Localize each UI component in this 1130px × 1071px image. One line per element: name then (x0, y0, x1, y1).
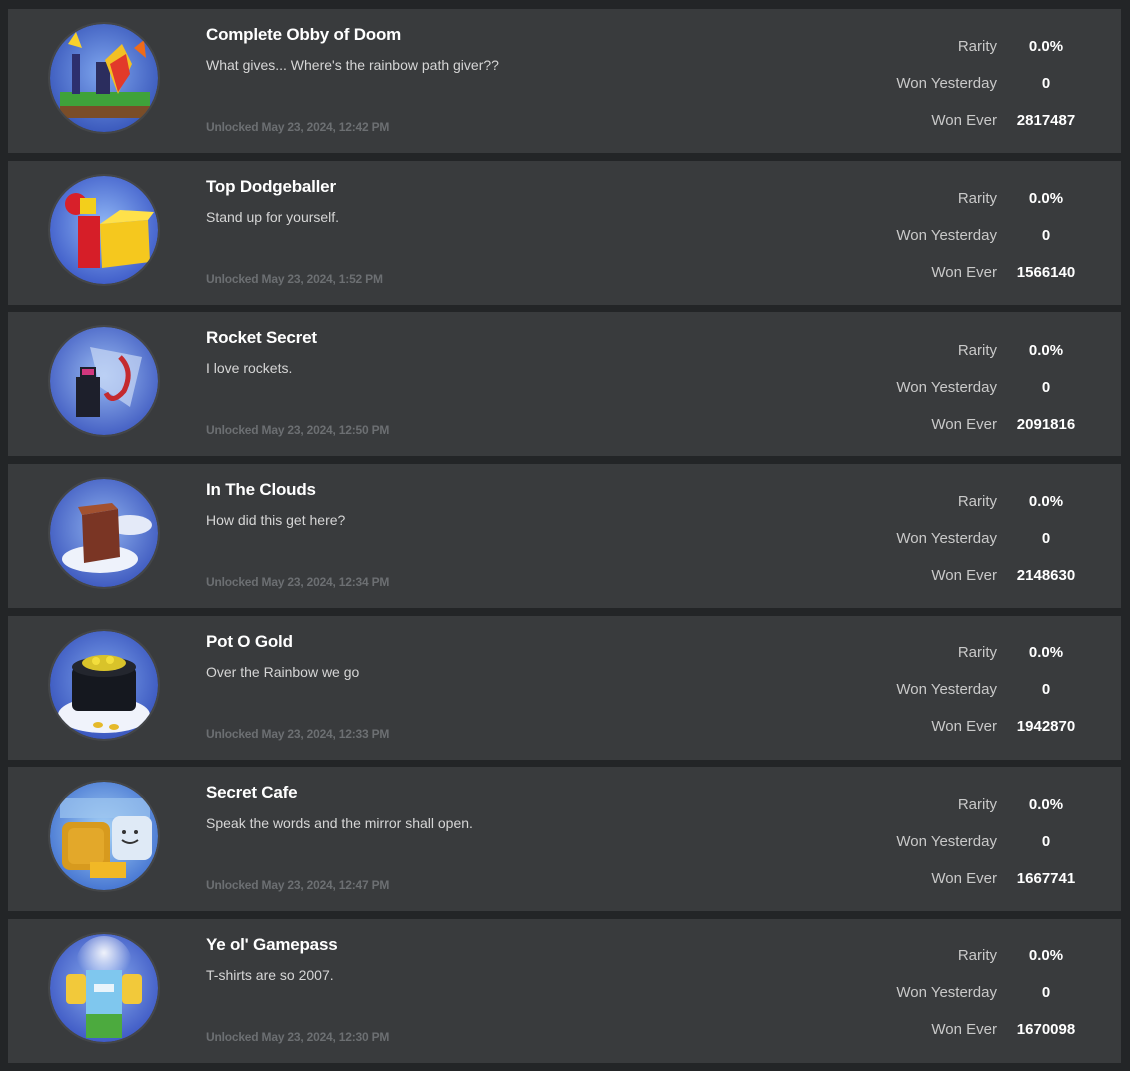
won-yesterday-label: Won Yesterday (896, 832, 997, 850)
rarity-label: Rarity (957, 492, 997, 510)
rarity-stat: Rarity 0.0% (857, 340, 1085, 360)
rarity-value: 0.0% (1028, 341, 1064, 359)
won-yesterday-stat: Won Yesterday 0 (857, 528, 1085, 548)
rarity-stat: Rarity 0.0% (857, 491, 1085, 511)
won-ever-value: 1667741 (1016, 869, 1076, 887)
won-ever-stat: Won Ever 1670098 (857, 1019, 1085, 1039)
won-ever-label: Won Ever (931, 869, 997, 887)
won-ever-stat: Won Ever 2817487 (857, 110, 1085, 130)
won-ever-stat: Won Ever 2091816 (857, 414, 1085, 434)
badge-description: Speak the words and the mirror shall ope… (206, 815, 473, 831)
won-yesterday-value: 0 (1041, 226, 1051, 244)
won-ever-label: Won Ever (931, 415, 997, 433)
badge-unlocked-date: Unlocked May 23, 2024, 12:42 PM (206, 120, 390, 134)
badge-unlocked-date: Unlocked May 23, 2024, 1:52 PM (206, 272, 383, 286)
pot-of-gold-icon[interactable] (50, 631, 158, 739)
gamepass-icon[interactable] (50, 934, 158, 1042)
badge-card[interactable]: Rocket Secret I love rockets. Unlocked M… (8, 312, 1121, 456)
won-yesterday-label: Won Yesterday (896, 529, 997, 547)
badge-name[interactable]: Rocket Secret (206, 328, 317, 348)
rarity-label: Rarity (957, 341, 997, 359)
rarity-label: Rarity (957, 795, 997, 813)
won-ever-value: 1670098 (1016, 1020, 1076, 1038)
badge-name[interactable]: Pot O Gold (206, 632, 293, 652)
badge-unlocked-date: Unlocked May 23, 2024, 12:34 PM (206, 575, 390, 589)
badge-name[interactable]: Secret Cafe (206, 783, 298, 803)
rarity-value: 0.0% (1028, 643, 1064, 661)
badge-card[interactable]: Pot O Gold Over the Rainbow we go Unlock… (8, 616, 1121, 760)
won-ever-label: Won Ever (931, 717, 997, 735)
badge-unlocked-date: Unlocked May 23, 2024, 12:50 PM (206, 423, 390, 437)
badge-name[interactable]: Complete Obby of Doom (206, 25, 401, 45)
won-yesterday-label: Won Yesterday (896, 680, 997, 698)
won-yesterday-stat: Won Yesterday 0 (857, 982, 1085, 1002)
won-ever-value: 2148630 (1016, 566, 1076, 584)
rarity-label: Rarity (957, 189, 997, 207)
won-yesterday-stat: Won Yesterday 0 (857, 831, 1085, 851)
won-ever-label: Won Ever (931, 1020, 997, 1038)
badge-card[interactable]: Complete Obby of Doom What gives... Wher… (8, 9, 1121, 153)
badge-description: I love rockets. (206, 360, 293, 376)
won-yesterday-value: 0 (1041, 529, 1051, 547)
won-ever-label: Won Ever (931, 111, 997, 129)
rarity-value: 0.0% (1028, 795, 1064, 813)
badge-card[interactable]: In The Clouds How did this get here? Unl… (8, 464, 1121, 608)
won-yesterday-value: 0 (1041, 983, 1051, 1001)
rarity-stat: Rarity 0.0% (857, 188, 1085, 208)
rarity-stat: Rarity 0.0% (857, 36, 1085, 56)
won-yesterday-label: Won Yesterday (896, 378, 997, 396)
badge-list: Complete Obby of Doom What gives... Wher… (0, 0, 1130, 1071)
won-yesterday-stat: Won Yesterday 0 (857, 377, 1085, 397)
won-ever-stat: Won Ever 1566140 (857, 262, 1085, 282)
won-ever-stat: Won Ever 2148630 (857, 565, 1085, 585)
badge-unlocked-date: Unlocked May 23, 2024, 12:30 PM (206, 1030, 390, 1044)
won-yesterday-label: Won Yesterday (896, 983, 997, 1001)
secret-cafe-icon[interactable] (50, 782, 158, 890)
rarity-stat: Rarity 0.0% (857, 945, 1085, 965)
badge-card[interactable]: Top Dodgeballer Stand up for yourself. U… (8, 161, 1121, 305)
won-yesterday-stat: Won Yesterday 0 (857, 679, 1085, 699)
badge-description: What gives... Where's the rainbow path g… (206, 57, 499, 73)
rarity-value: 0.0% (1028, 492, 1064, 510)
won-ever-value: 1566140 (1016, 263, 1076, 281)
won-yesterday-value: 0 (1041, 680, 1051, 698)
rarity-stat: Rarity 0.0% (857, 642, 1085, 662)
rarity-label: Rarity (957, 37, 997, 55)
won-yesterday-stat: Won Yesterday 0 (857, 225, 1085, 245)
won-ever-value: 1942870 (1016, 717, 1076, 735)
badge-description: T-shirts are so 2007. (206, 967, 334, 983)
won-yesterday-stat: Won Yesterday 0 (857, 73, 1085, 93)
won-ever-label: Won Ever (931, 566, 997, 584)
clouds-icon[interactable] (50, 479, 158, 587)
obby-of-doom-icon[interactable] (50, 24, 158, 132)
rocket-secret-icon[interactable] (50, 327, 158, 435)
rarity-value: 0.0% (1028, 189, 1064, 207)
won-ever-value: 2091816 (1016, 415, 1076, 433)
badge-description: Stand up for yourself. (206, 209, 340, 225)
rarity-label: Rarity (957, 946, 997, 964)
won-ever-label: Won Ever (931, 263, 997, 281)
won-yesterday-value: 0 (1041, 378, 1051, 396)
won-ever-stat: Won Ever 1942870 (857, 716, 1085, 736)
won-yesterday-value: 0 (1041, 832, 1051, 850)
badge-card[interactable]: Ye ol' Gamepass T-shirts are so 2007. Un… (8, 919, 1121, 1063)
won-yesterday-value: 0 (1041, 74, 1051, 92)
won-yesterday-label: Won Yesterday (896, 226, 997, 244)
badge-name[interactable]: Top Dodgeballer (206, 177, 336, 197)
dodgeballer-icon[interactable] (50, 176, 158, 284)
won-yesterday-label: Won Yesterday (896, 74, 997, 92)
rarity-value: 0.0% (1028, 37, 1064, 55)
won-ever-value: 2817487 (1016, 111, 1076, 129)
badge-card[interactable]: Secret Cafe Speak the words and the mirr… (8, 767, 1121, 911)
badge-description: Over the Rainbow we go (206, 664, 360, 680)
won-ever-stat: Won Ever 1667741 (857, 868, 1085, 888)
badge-description: How did this get here? (206, 512, 346, 528)
rarity-stat: Rarity 0.0% (857, 794, 1085, 814)
rarity-label: Rarity (957, 643, 997, 661)
badge-unlocked-date: Unlocked May 23, 2024, 12:33 PM (206, 727, 390, 741)
badge-name[interactable]: Ye ol' Gamepass (206, 935, 338, 955)
rarity-value: 0.0% (1028, 946, 1064, 964)
badge-name[interactable]: In The Clouds (206, 480, 316, 500)
badge-unlocked-date: Unlocked May 23, 2024, 12:47 PM (206, 878, 390, 892)
